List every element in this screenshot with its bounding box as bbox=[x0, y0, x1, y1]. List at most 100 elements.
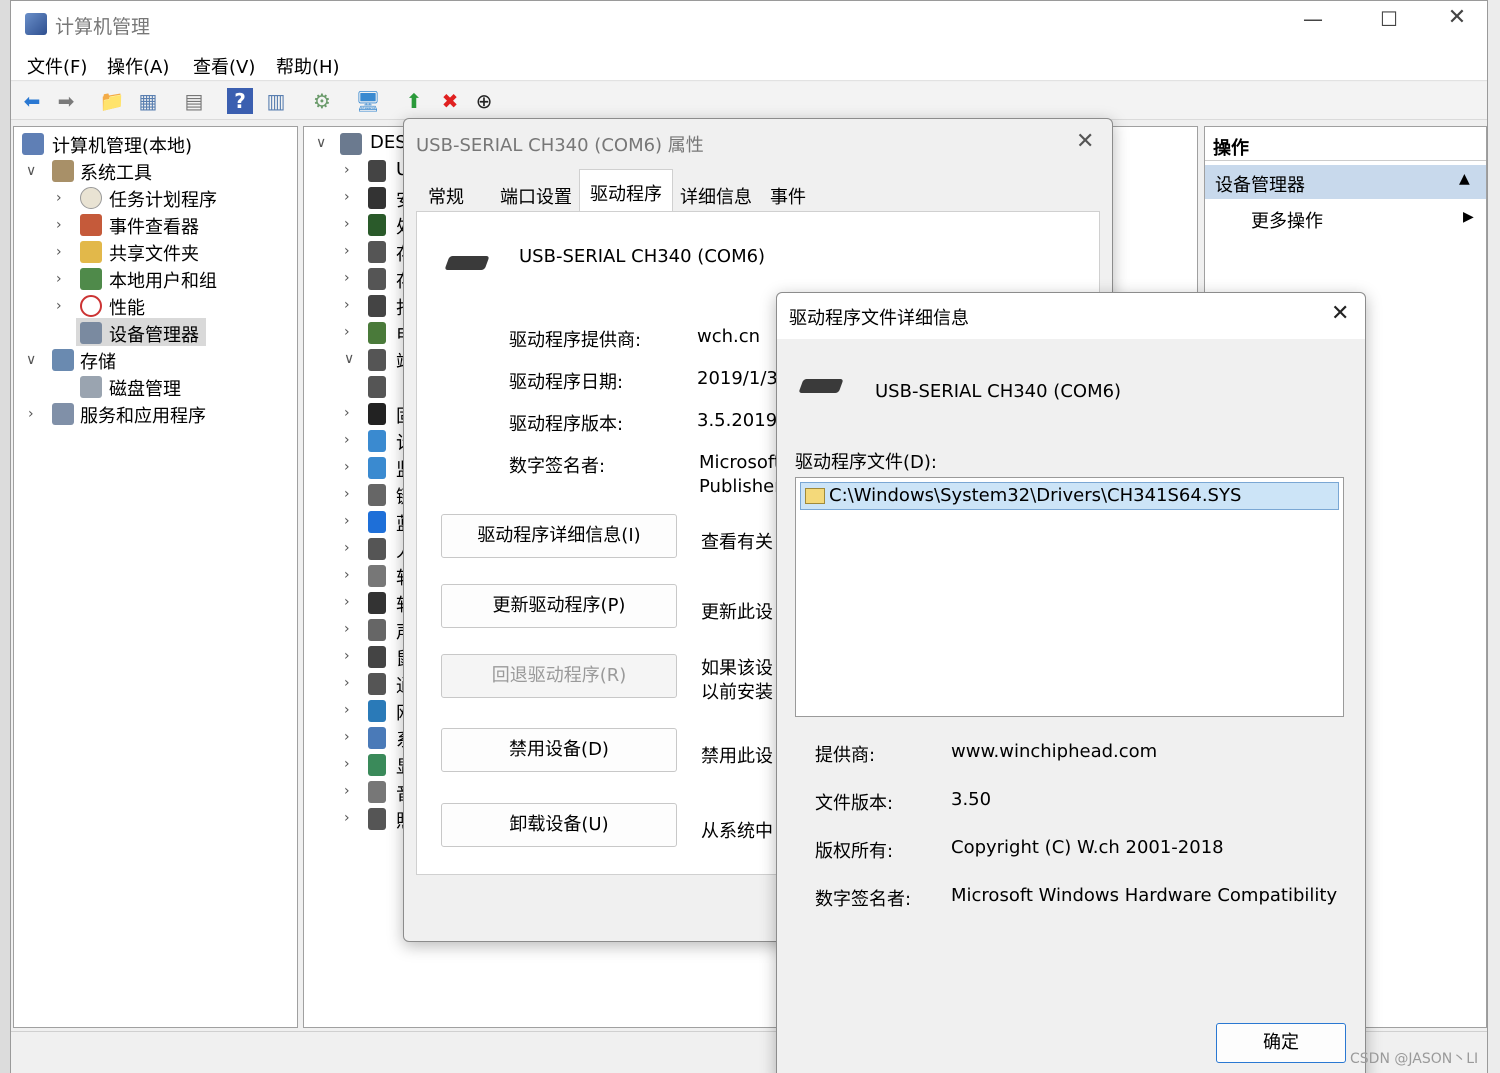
chevron-right-icon[interactable]: › bbox=[344, 648, 350, 664]
chevron-right-icon[interactable]: › bbox=[344, 810, 350, 826]
menu-help[interactable]: 帮助(H) bbox=[276, 53, 340, 79]
chevron-right-icon[interactable]: › bbox=[344, 594, 350, 610]
tree-performance[interactable]: 性能 bbox=[109, 294, 145, 320]
monitor-icon[interactable]: 🖥 bbox=[355, 88, 381, 114]
chevron-right-icon[interactable]: › bbox=[344, 459, 350, 475]
properties-icon[interactable]: ▤ bbox=[181, 88, 207, 114]
show-action-pane-icon[interactable]: ▥ bbox=[263, 88, 289, 114]
driver-details-desc: 查看有关 bbox=[701, 532, 773, 553]
update-driver-button[interactable]: 更新驱动程序(P) bbox=[441, 584, 677, 628]
menu-action[interactable]: 操作(A) bbox=[107, 53, 169, 79]
forward-icon[interactable]: ➡ bbox=[53, 88, 79, 114]
device-category-icon bbox=[368, 619, 386, 641]
chevron-right-icon[interactable]: › bbox=[344, 540, 350, 556]
chevron-right-icon[interactable]: › bbox=[344, 486, 350, 502]
tree-shared-folders[interactable]: 共享文件夹 bbox=[109, 240, 199, 266]
driver-file-row[interactable]: C:\Windows\System32\Drivers\CH341S64.SYS bbox=[800, 482, 1339, 510]
chevron-down-icon[interactable]: ∨ bbox=[316, 135, 326, 151]
driver-file-path: C:\Windows\System32\Drivers\CH341S64.SYS bbox=[829, 485, 1242, 506]
tab-details[interactable]: 详细信息 bbox=[670, 173, 762, 209]
chevron-right-icon[interactable]: › bbox=[56, 190, 62, 206]
tree-device-manager[interactable]: 设备管理器 bbox=[109, 321, 199, 347]
device-category-icon bbox=[368, 268, 386, 290]
chevron-down-icon[interactable]: ∨ bbox=[26, 352, 36, 368]
up-folder-icon[interactable]: 📁 bbox=[99, 88, 125, 114]
tree-task-scheduler[interactable]: 任务计划程序 bbox=[109, 186, 217, 212]
chevron-right-icon[interactable]: › bbox=[344, 189, 350, 205]
chevron-down-icon[interactable]: ∨ bbox=[344, 351, 354, 367]
device-category-icon bbox=[368, 403, 386, 425]
chevron-right-icon[interactable]: › bbox=[344, 621, 350, 637]
tree-disk-management[interactable]: 磁盘管理 bbox=[109, 375, 181, 401]
chevron-right-icon[interactable]: › bbox=[56, 217, 62, 233]
chevron-right-icon[interactable]: › bbox=[344, 729, 350, 745]
back-icon[interactable]: ⬅ bbox=[19, 88, 45, 114]
chevron-right-icon[interactable]: › bbox=[344, 324, 350, 340]
collapse-up-icon[interactable]: ▲ bbox=[1459, 171, 1470, 187]
device-category-icon bbox=[368, 781, 386, 803]
toolbar: ⬅ ➡ 📁 ▦ ▤ ? ▥ ⚙ 🖥 ⬆ ✖ ⊕ bbox=[11, 82, 1487, 120]
chevron-right-icon[interactable]: › bbox=[56, 271, 62, 287]
driver-files-list[interactable]: C:\Windows\System32\Drivers\CH341S64.SYS bbox=[795, 477, 1344, 717]
show-hide-tree-icon[interactable]: ▦ bbox=[135, 88, 161, 114]
device-category-icon bbox=[368, 673, 386, 695]
chevron-right-icon[interactable]: › bbox=[344, 783, 350, 799]
file-details-device-name: USB-SERIAL CH340 (COM6) bbox=[875, 381, 1122, 402]
tree-event-viewer[interactable]: 事件查看器 bbox=[109, 213, 199, 239]
device-category-icon bbox=[368, 214, 386, 236]
chevron-right-icon[interactable]: › bbox=[344, 567, 350, 583]
close-icon[interactable]: ✕ bbox=[1331, 301, 1349, 326]
tree-storage[interactable]: 存储 bbox=[80, 348, 116, 374]
driver-file-details-dialog: 驱动程序文件详细信息 ✕ USB-SERIAL CH340 (COM6) 驱动程… bbox=[776, 292, 1366, 1073]
update-driver-icon[interactable]: ⬆ bbox=[401, 88, 427, 114]
chevron-right-icon[interactable]: › bbox=[344, 432, 350, 448]
chevron-right-icon[interactable]: › bbox=[344, 297, 350, 313]
chevron-right-icon[interactable]: › bbox=[344, 270, 350, 286]
tree-system-tools[interactable]: 系统工具 bbox=[80, 159, 152, 185]
disable-device-icon[interactable]: ⊕ bbox=[471, 88, 497, 114]
chevron-right-icon[interactable]: › bbox=[344, 513, 350, 529]
tree-local-users[interactable]: 本地用户和组 bbox=[109, 267, 217, 293]
storage-icon bbox=[52, 349, 74, 371]
ok-button[interactable]: 确定 bbox=[1216, 1023, 1346, 1063]
maximize-button[interactable]: ☐ bbox=[1367, 7, 1411, 39]
driver-details-button[interactable]: 驱动程序详细信息(I) bbox=[441, 514, 677, 558]
disable-device-button[interactable]: 禁用设备(D) bbox=[441, 728, 677, 772]
chevron-down-icon[interactable]: ∨ bbox=[26, 163, 36, 179]
device-category-icon bbox=[368, 808, 386, 830]
chevron-right-icon[interactable]: › bbox=[56, 244, 62, 260]
minimize-button[interactable]: — bbox=[1291, 7, 1335, 39]
device-name: USB-SERIAL CH340 (COM6) bbox=[519, 246, 766, 267]
uninstall-device-button[interactable]: 卸载设备(U) bbox=[441, 803, 677, 847]
chevron-right-icon[interactable]: › bbox=[344, 162, 350, 178]
tree-root[interactable]: 计算机管理(本地) bbox=[52, 132, 192, 158]
tab-driver[interactable]: 驱动程序 bbox=[579, 169, 673, 211]
actions-section-header[interactable]: 设备管理器 ▲ bbox=[1205, 165, 1486, 199]
more-actions-item[interactable]: 更多操作 bbox=[1251, 207, 1323, 233]
uninstall-device-icon[interactable]: ✖ bbox=[437, 88, 463, 114]
tab-port-settings[interactable]: 端口设置 bbox=[490, 173, 582, 209]
device-category-icon bbox=[368, 457, 386, 479]
tools-icon bbox=[52, 160, 74, 182]
chevron-right-icon[interactable]: › bbox=[28, 406, 34, 422]
tree-services-apps[interactable]: 服务和应用程序 bbox=[80, 402, 206, 428]
menu-file[interactable]: 文件(F) bbox=[27, 53, 87, 79]
device-tree-root[interactable]: DES bbox=[370, 132, 407, 153]
close-button[interactable]: ✕ bbox=[1435, 5, 1479, 37]
computer-icon bbox=[340, 133, 362, 155]
chevron-right-icon[interactable]: › bbox=[344, 702, 350, 718]
tab-general[interactable]: 常规 bbox=[418, 173, 474, 209]
device-category-icon bbox=[368, 322, 386, 344]
chevron-right-icon[interactable]: › bbox=[344, 405, 350, 421]
close-icon[interactable]: ✕ bbox=[1076, 129, 1094, 154]
rollback-driver-button[interactable]: 回退驱动程序(R) bbox=[441, 654, 677, 698]
chevron-right-icon[interactable]: › bbox=[344, 243, 350, 259]
chevron-right-icon[interactable]: › bbox=[344, 756, 350, 772]
chevron-right-icon[interactable]: › bbox=[56, 298, 62, 314]
tab-events[interactable]: 事件 bbox=[760, 173, 816, 209]
scan-hardware-icon[interactable]: ⚙ bbox=[309, 88, 335, 114]
chevron-right-icon[interactable]: › bbox=[344, 216, 350, 232]
help-icon[interactable]: ? bbox=[227, 88, 253, 114]
menu-view[interactable]: 查看(V) bbox=[193, 53, 255, 79]
chevron-right-icon[interactable]: › bbox=[344, 675, 350, 691]
